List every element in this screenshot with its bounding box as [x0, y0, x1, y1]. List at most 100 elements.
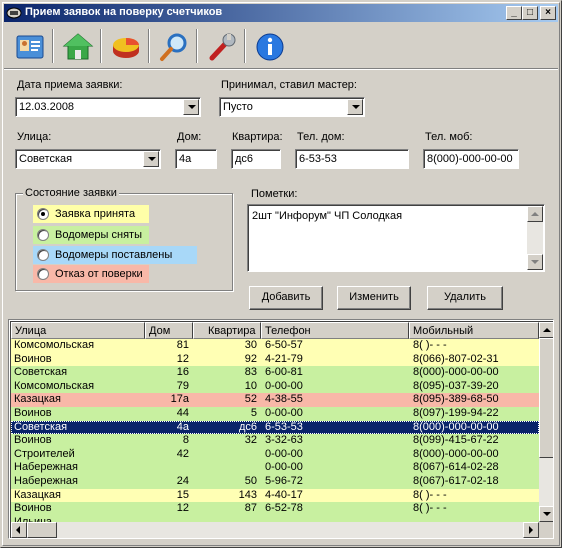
- master-combo[interactable]: Пусто: [219, 97, 365, 117]
- scroll-down-icon[interactable]: [539, 506, 553, 522]
- requests-table[interactable]: Улица Дом Квартира Телефон Мобильный Ком…: [8, 319, 554, 539]
- radio-button[interactable]: [37, 249, 49, 261]
- scroll-up-icon[interactable]: [527, 206, 543, 222]
- scroll-down-icon[interactable]: [527, 254, 543, 270]
- table-cell-street: Комсомольская: [14, 339, 95, 351]
- street-combo[interactable]: Советская: [15, 149, 161, 169]
- table-vertical-scrollbar[interactable]: [539, 322, 553, 522]
- table-cell-house: 12: [176, 502, 189, 515]
- table-cell-phone: 6-53-53: [265, 420, 303, 433]
- table-cell-mobile: 8( )- - -: [413, 339, 447, 351]
- table-cell-street: Советская: [14, 366, 68, 379]
- table-horizontal-scrollbar[interactable]: [11, 522, 539, 538]
- apt-field[interactable]: дс6: [231, 149, 281, 169]
- close-button[interactable]: ×: [540, 6, 556, 20]
- chevron-down-icon[interactable]: [183, 99, 199, 115]
- toolbar-separator: [52, 29, 54, 63]
- table-row[interactable]: Воинов 12 92 4-21-79 8(066)-807-02-31: [11, 352, 539, 367]
- table-cell-street: Набережная: [14, 461, 78, 474]
- chevron-down-icon[interactable]: [347, 99, 363, 115]
- table-cell-house: [145, 461, 189, 475]
- date-combo[interactable]: 12.03.2008: [15, 97, 201, 117]
- table-cell-house: 79: [176, 379, 189, 392]
- radio-button[interactable]: [37, 229, 49, 241]
- vertical-scroll-thumb[interactable]: [539, 338, 553, 458]
- toolbar-stats-button[interactable]: [106, 28, 146, 66]
- date-label: Дата приема заявки:: [17, 79, 123, 91]
- table-cell-phone: 0-00-00: [265, 379, 303, 392]
- add-button[interactable]: Добавить: [249, 286, 323, 310]
- table-cell-street: Советская: [14, 420, 68, 433]
- delete-button[interactable]: Удалить: [427, 286, 503, 310]
- table-cell-apt: 87: [244, 502, 257, 515]
- street-value: Советская: [19, 153, 73, 165]
- horizontal-scroll-thumb[interactable]: [27, 522, 57, 538]
- table-cell-apt: 52: [244, 393, 257, 406]
- table-cell-apt: 10: [244, 379, 257, 392]
- scroll-up-icon[interactable]: [539, 322, 553, 338]
- column-header-house[interactable]: Дом: [145, 322, 193, 339]
- table-row[interactable]: Воинов 8 32 3-32-63 8(099)-415-67-22: [11, 434, 539, 448]
- table-cell-phone: 4-21-79: [265, 352, 303, 365]
- pie-chart-icon: [113, 38, 139, 58]
- minimize-button[interactable]: _: [506, 6, 522, 20]
- radio-button[interactable]: [37, 208, 49, 220]
- table-cell-apt: 92: [244, 352, 257, 365]
- radio-button[interactable]: [37, 268, 49, 280]
- table-cell-phone: 6-00-81: [265, 366, 303, 379]
- phone-field[interactable]: 6-53-53: [295, 149, 409, 169]
- toolbar-settings-button[interactable]: [202, 28, 242, 66]
- table-cell-apt: 5: [250, 407, 257, 419]
- notes-memo[interactable]: 2шт "Инфорум" ЧП Солодкая: [247, 204, 545, 272]
- table-row[interactable]: Набережная 0-00-00 8(067)-614-02-28: [11, 461, 539, 475]
- table-cell-apt: 143: [238, 488, 257, 501]
- table-cell-mobile: 8( )- - -: [413, 488, 447, 501]
- toolbar-search-button[interactable]: [154, 28, 194, 66]
- toolbar-streets-button[interactable]: [58, 28, 98, 66]
- table-row[interactable]: Комсомольская 79 10 0-00-00 8(095)-037-39-20: [11, 379, 539, 394]
- table-cell-mobile: 8(000)-000-00-00: [413, 447, 499, 460]
- column-header-apartment[interactable]: Квартира: [193, 322, 261, 339]
- column-header-phone[interactable]: Телефон: [261, 322, 409, 339]
- chevron-down-icon[interactable]: [143, 151, 159, 167]
- table-cell-street: Воинов: [14, 352, 52, 365]
- table-cell-mobile: 8(067)-617-02-18: [413, 475, 499, 487]
- table-row[interactable]: Воинов 12 87 6-52-78 8( )- - -: [11, 502, 539, 516]
- table-row[interactable]: Набережная 24 50 5-96-72 8(067)-617-02-18: [11, 475, 539, 489]
- table-cell-phone: 3-32-63: [265, 434, 303, 447]
- notes-scrollbar[interactable]: [527, 206, 543, 270]
- table-cell-phone: 5-96-72: [265, 475, 303, 487]
- table-row[interactable]: Казацкая 15 143 4-40-17 8( )- - -: [11, 488, 539, 503]
- toolbar-about-button[interactable]: [250, 28, 290, 66]
- edit-button[interactable]: Изменить: [337, 286, 411, 310]
- mobile-field[interactable]: 8(000)-000-00-00: [423, 149, 519, 169]
- scroll-right-icon[interactable]: [523, 522, 539, 538]
- magnifier-icon: [160, 33, 187, 61]
- toolbar-contacts-button[interactable]: [10, 28, 50, 66]
- title-bar[interactable]: Прием заявок на поверку счетчиков _ □ ×: [4, 4, 558, 22]
- table-cell-apt: [193, 461, 257, 475]
- table-row[interactable]: Советская 4а дс6 6-53-53 8(000)-000-00-00: [11, 420, 539, 435]
- table-cell-apt: 83: [244, 366, 257, 379]
- table-row[interactable]: Комсомольская 81 30 6-50-57 8( )- - -: [11, 339, 539, 353]
- window-title: Прием заявок на поверку счетчиков: [25, 6, 223, 18]
- phone-value: 6-53-53: [299, 153, 337, 165]
- app-icon: [6, 7, 22, 19]
- house-value: 4а: [179, 153, 192, 165]
- table-cell-phone: 0-00-00: [265, 407, 303, 419]
- phone-label: Тел. дом:: [297, 131, 345, 143]
- house-field[interactable]: 4а: [175, 149, 217, 169]
- table-cell-phone: 4-38-55: [265, 393, 303, 406]
- maximize-button[interactable]: □: [522, 6, 538, 20]
- house-label: Дом:: [177, 131, 202, 143]
- table-cell-mobile: 8(095)-389-68-50: [413, 393, 499, 406]
- status-option-label: Водомеры поставлены: [55, 249, 173, 261]
- table-row[interactable]: Казацкая 17а 52 4-38-55 8(095)-389-68-50: [11, 393, 539, 407]
- column-header-mobile[interactable]: Мобильный: [409, 322, 539, 339]
- table-row[interactable]: Воинов 44 5 0-00-00 8(097)-199-94-22: [11, 407, 539, 421]
- scroll-left-icon[interactable]: [11, 522, 27, 538]
- column-header-street[interactable]: Улица: [11, 322, 145, 339]
- table-row[interactable]: Советская 16 83 6-00-81 8(000)-000-00-00: [11, 366, 539, 380]
- table-row[interactable]: Строителей 42 0-00-00 8(000)-000-00-00: [11, 447, 539, 462]
- address-card-icon: [16, 35, 44, 59]
